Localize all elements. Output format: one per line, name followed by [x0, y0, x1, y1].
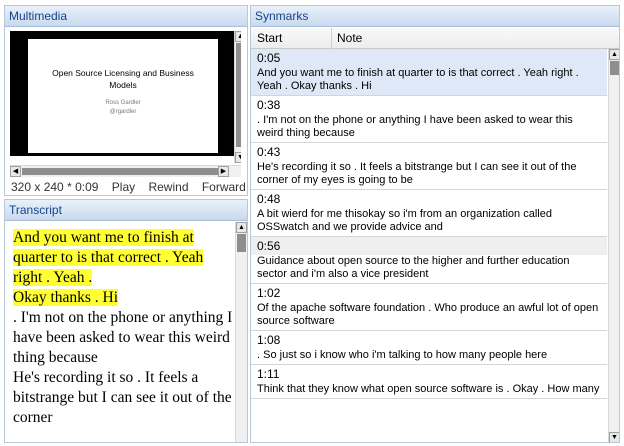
synmark-time: 1:11	[257, 367, 280, 381]
synmarks-panel-title: Synmarks	[251, 6, 619, 27]
synmark-row[interactable]: 1:02 Of the apache software foundation .…	[251, 284, 607, 331]
synmarks-column-headers: Start Note	[251, 28, 619, 49]
scroll-down-arrow-icon[interactable]: ▼	[235, 152, 241, 163]
synmark-note: Guidance about open source to the higher…	[257, 255, 570, 280]
synmark-note: Think that they know what open source so…	[257, 383, 600, 395]
synmark-note: Of the apache software foundation . Who …	[257, 302, 599, 327]
synmark-time: 1:08	[257, 333, 281, 347]
transcript-panel: Transcript And you want me to finish at …	[4, 199, 248, 443]
transcript-segment[interactable]: . I'm not on the phone or anything I hav…	[13, 309, 232, 366]
resolution-text: 320 x 240	[11, 180, 64, 194]
scroll-right-arrow-icon[interactable]: ▶	[218, 166, 229, 177]
play-button[interactable]: Play	[112, 180, 135, 194]
synmark-time: 0:05	[257, 51, 281, 65]
scrollbar-thumb[interactable]	[236, 43, 241, 147]
synmark-time: 0:56	[251, 237, 607, 255]
video-viewport[interactable]: Open Source Licensing and Business Model…	[10, 31, 241, 177]
scroll-up-arrow-icon[interactable]: ▲	[236, 222, 247, 233]
video-horizontal-scrollbar[interactable]: ◀ ▶	[10, 165, 241, 177]
transcript-highlighted-segment[interactable]: And you want me to finish at quarter to …	[13, 229, 204, 286]
video-resolution: 320 x 240 * 0:09	[11, 180, 98, 194]
scroll-up-arrow-icon[interactable]: ▲	[609, 49, 619, 60]
scroll-up-arrow-icon[interactable]: ▲	[235, 31, 241, 42]
synmark-row[interactable]: 0:38 . I'm not on the phone or anything …	[251, 96, 607, 143]
transcript-panel-title: Transcript	[5, 200, 247, 221]
rewind-button[interactable]: Rewind	[148, 180, 188, 194]
current-time: 0:09	[75, 180, 99, 194]
forward-button[interactable]: Forward	[202, 180, 246, 194]
synmark-note: He's recording it so . It feels a bitstr…	[257, 161, 577, 186]
synmark-time: 1:02	[257, 286, 281, 300]
synmarks-panel: Synmarks Start Note 0:05 And you want me…	[250, 5, 620, 443]
synmark-row[interactable]: 0:48 A bit wierd for me thisokay so i'm …	[251, 190, 607, 237]
scrollbar-thumb[interactable]	[237, 234, 246, 252]
synmark-note: And you want me to finish at quarter to …	[257, 67, 579, 92]
slide-author: Ross Gardler	[105, 100, 141, 106]
slide-title: Open Source Licensing and Business Model…	[52, 68, 194, 90]
presentation-slide: Open Source Licensing and Business Model…	[28, 39, 218, 153]
transcript-segment[interactable]: He's recording it so . It feels a bitstr…	[13, 369, 232, 426]
scrollbar-thumb[interactable]	[610, 61, 619, 75]
media-controls: 320 x 240 * 0:09 Play Rewind Forward	[11, 178, 247, 195]
video-frame[interactable]: Open Source Licensing and Business Model…	[10, 31, 234, 156]
multimedia-panel-title: Multimedia	[5, 6, 247, 27]
synmark-note: . I'm not on the phone or anything I hav…	[257, 114, 573, 139]
column-header-start[interactable]: Start	[257, 28, 282, 48]
synmark-time: 0:43	[257, 145, 281, 159]
synmark-time: 0:48	[257, 192, 281, 206]
column-header-note[interactable]: Note	[337, 28, 362, 48]
synmarks-scrollbar[interactable]: ▲ ▼	[608, 49, 619, 442]
transcript-text[interactable]: And you want me to finish at quarter to …	[13, 228, 235, 442]
synmark-row[interactable]: 1:11 Think that they know what open sour…	[251, 365, 607, 399]
transcript-scrollbar[interactable]: ▲	[235, 222, 247, 442]
video-vertical-scrollbar[interactable]: ▲ ▼	[234, 31, 241, 163]
synmark-row[interactable]: 0:56 Guidance about open source to the h…	[251, 237, 607, 284]
synmark-time: 0:38	[257, 98, 281, 112]
transcript-highlighted-segment[interactable]: Okay thanks . Hi	[13, 289, 119, 306]
synmark-note: . So just so i know who i'm talking to h…	[257, 349, 548, 361]
slide-handle: @rgardler	[109, 109, 137, 115]
synmark-row[interactable]: 0:43 He's recording it so . It feels a b…	[251, 143, 607, 190]
multimedia-panel: Multimedia Open Source Licensing and Bus…	[4, 5, 248, 196]
scroll-left-arrow-icon[interactable]: ◀	[10, 166, 21, 177]
scroll-down-arrow-icon[interactable]: ▼	[609, 432, 619, 442]
resolution-separator: *	[67, 180, 72, 194]
column-divider[interactable]	[331, 28, 332, 49]
synmark-row[interactable]: 1:08 . So just so i know who i'm talking…	[251, 331, 607, 365]
synmarks-list: 0:05 And you want me to finish at quarte…	[251, 49, 607, 442]
synmark-row[interactable]: 0:05 And you want me to finish at quarte…	[251, 49, 607, 96]
scrollbar-thumb[interactable]	[22, 168, 220, 175]
synmark-note: A bit wierd for me thisokay so i'm from …	[257, 208, 552, 233]
